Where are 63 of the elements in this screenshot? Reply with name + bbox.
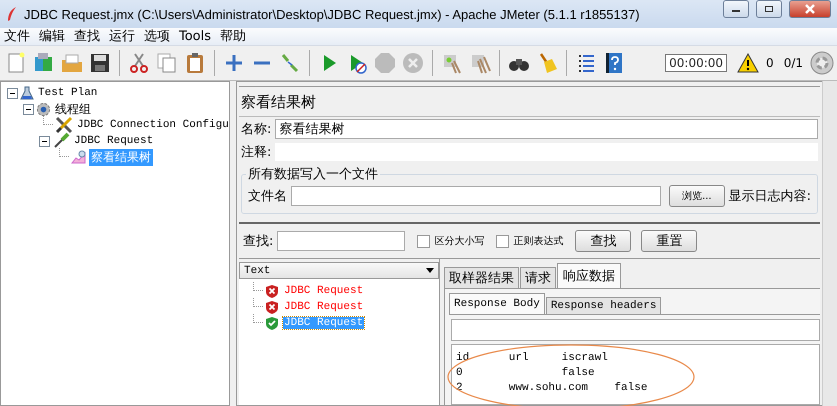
collapse-toggle[interactable] xyxy=(39,136,50,146)
maximize-icon xyxy=(764,5,774,13)
chart-icon xyxy=(71,150,87,164)
comment-label: 注释: xyxy=(241,144,272,161)
collapse-toggle[interactable] xyxy=(7,88,18,98)
result-item[interactable]: JDBC Request xyxy=(283,301,364,313)
log-label: 显示日志内容: xyxy=(728,188,811,205)
tree-item[interactable]: Test Plan xyxy=(36,87,100,99)
name-field[interactable]: 察看结果树 xyxy=(275,119,818,139)
menu-item[interactable]: Tools xyxy=(175,28,216,45)
cut-icon[interactable] xyxy=(127,51,151,75)
collapse-toggle[interactable] xyxy=(23,104,34,114)
file-label: 文件名 xyxy=(248,188,287,205)
regex-label: 正则表达式 xyxy=(513,234,564,248)
status-icon xyxy=(810,51,834,75)
save-icon[interactable] xyxy=(88,51,112,75)
thread-count: 0/1 xyxy=(784,56,803,70)
menu-item[interactable]: 查找 xyxy=(70,28,105,45)
gear-icon xyxy=(36,102,51,116)
tree-item[interactable]: JDBC Connection Configu xyxy=(75,119,229,131)
wrench-icon xyxy=(55,116,73,134)
close-icon xyxy=(804,4,816,14)
tab[interactable]: 请求 xyxy=(520,267,556,288)
window-title: JDBC Request.jmx (C:\Users\Administrator\Desktop\JDBC Request.jmx) - Apache JMeter (5.1.1 r1855137) xyxy=(24,6,641,22)
group-title: 所有数据写入一个文件 xyxy=(247,166,379,183)
dropdown-arrow-icon xyxy=(426,268,434,273)
menu-item[interactable]: 运行 xyxy=(105,28,140,45)
file-field[interactable] xyxy=(291,186,662,206)
panel-title: 察看结果树 xyxy=(239,86,820,116)
checkbox[interactable] xyxy=(496,234,510,248)
minimize-button[interactable] xyxy=(723,0,749,18)
menu-item[interactable]: 文件 xyxy=(0,28,35,45)
tree-item[interactable]: 线程组 xyxy=(53,100,93,118)
tree-item[interactable]: JDBC Request xyxy=(72,135,156,147)
result-item[interactable]: JDBC Request xyxy=(283,285,364,297)
checkbox[interactable] xyxy=(417,234,430,248)
reset-button[interactable]: 重置 xyxy=(641,230,698,252)
menu-item[interactable]: 选项 xyxy=(140,28,175,45)
tab[interactable]: 响应数据 xyxy=(557,263,621,288)
elapsed-time: 00:00:00 xyxy=(665,54,728,72)
flask-icon xyxy=(20,86,34,100)
menu-item[interactable]: 帮助 xyxy=(216,28,252,45)
response-line: id url iscrawl xyxy=(456,351,609,366)
name-label: 名称: xyxy=(241,121,272,138)
renderer-dropdown[interactable]: Text xyxy=(239,262,439,279)
maximize-button[interactable] xyxy=(756,0,782,18)
feather-icon xyxy=(6,6,18,22)
warning-icon[interactable] xyxy=(737,53,760,73)
tab[interactable]: Response Body xyxy=(449,293,545,314)
pipette-icon xyxy=(52,132,70,150)
tab[interactable]: 取样器结果 xyxy=(444,267,519,288)
response-search-field[interactable] xyxy=(451,319,820,341)
tab[interactable]: Response headers xyxy=(546,297,662,314)
menu-item[interactable]: 编辑 xyxy=(35,28,70,45)
response-line: 0 false xyxy=(456,366,596,381)
search-button[interactable]: 查找 xyxy=(575,230,632,252)
search-label: 查找: xyxy=(243,233,274,250)
warning-count: 0 xyxy=(766,56,774,70)
scrollbar[interactable] xyxy=(822,81,837,406)
close-button[interactable] xyxy=(789,0,831,18)
search-field[interactable] xyxy=(277,231,406,251)
case-sensitive-label: 区分大小写 xyxy=(434,234,484,248)
browse-button[interactable]: 浏览... xyxy=(669,185,725,207)
